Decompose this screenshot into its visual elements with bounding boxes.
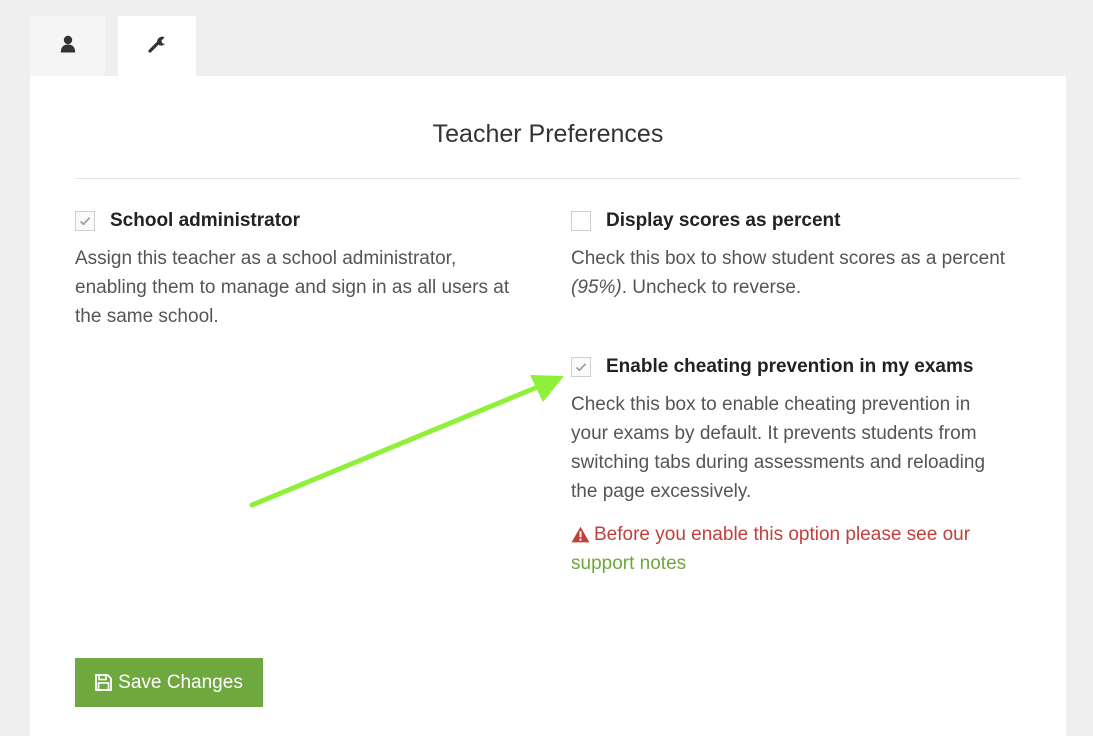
annotation-arrow: [249, 375, 564, 508]
